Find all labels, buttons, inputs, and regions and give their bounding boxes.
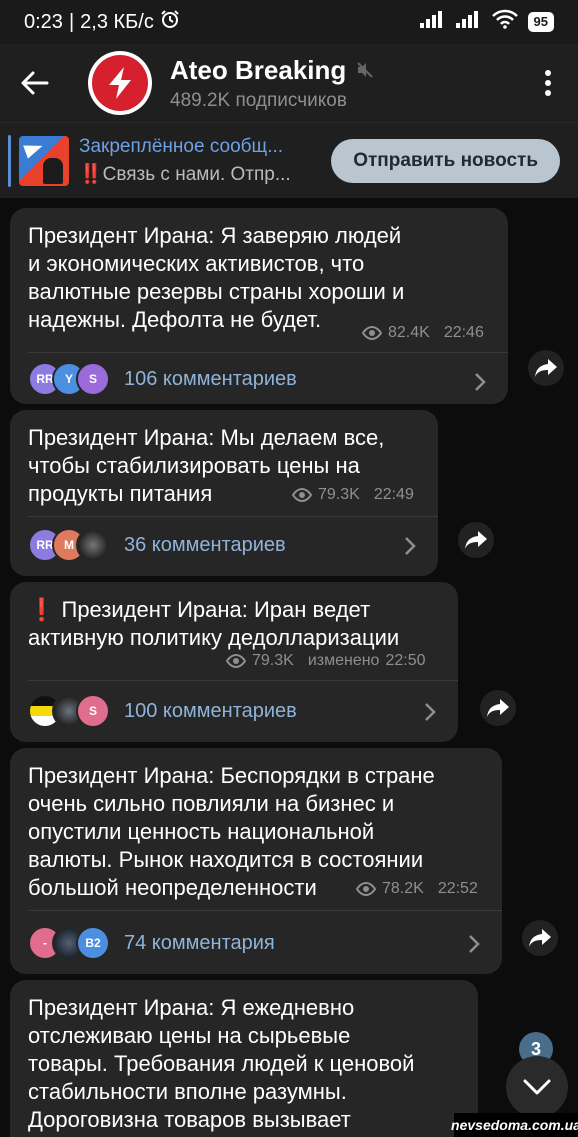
more-vertical-icon [545, 70, 551, 96]
share-button[interactable] [458, 522, 494, 558]
share-icon [535, 359, 557, 377]
share-icon [465, 531, 487, 549]
views-icon [362, 326, 382, 340]
share-icon [487, 699, 509, 717]
status-bar: 0:23 | 2,3 КБ/с 95 [0, 0, 578, 44]
more-menu-button[interactable] [518, 70, 578, 96]
share-icon [529, 929, 551, 947]
message-text: Президент Ирана: Я ежедневно отслеживаю … [28, 995, 415, 1132]
channel-title: Ateo Breaking [170, 54, 347, 85]
message-bubble[interactable]: Президент Ирана: Беспорядки в стране оче… [10, 748, 502, 974]
back-button[interactable] [0, 71, 70, 95]
edited-label: изменено [307, 652, 380, 669]
chevron-right-icon [425, 703, 436, 721]
message-text: Президент Ирана: Я заверяю людей и эконо… [28, 223, 405, 332]
alarm-icon [160, 9, 180, 35]
comments-count: 74 комментария [124, 931, 275, 954]
channel-avatar[interactable] [88, 51, 152, 115]
status-separator: | [68, 10, 75, 33]
chevron-down-icon [523, 1079, 551, 1095]
message-time: 22:49 [373, 486, 414, 503]
message-time: 22:50 [385, 652, 426, 669]
pinned-message-bar[interactable]: Закреплённое сообщ... ‼️Связь с нами. От… [0, 122, 578, 198]
channel-info[interactable]: Ateo Breaking 489.2K подписчиков [170, 55, 518, 112]
battery-icon: 95 [527, 12, 554, 32]
divider [28, 516, 438, 517]
message-list[interactable]: Президент Ирана: Я заверяю людей и эконо… [0, 198, 578, 1137]
watermark: nevsedoma.com.ua [451, 1113, 578, 1137]
pin-indicator [8, 134, 11, 187]
view-count: 79.3K [252, 652, 294, 669]
view-count: 82.4K [388, 324, 430, 341]
signal-icon [419, 10, 446, 34]
chevron-right-icon [469, 935, 480, 953]
chat-header: Ateo Breaking 489.2K подписчиков [0, 44, 578, 122]
comments-button[interactable]: RR Y S 106 комментариев [28, 354, 488, 404]
comments-button[interactable]: RR M 36 комментариев [28, 520, 418, 570]
message-text: ❗ Президент Ирана: Иран ведет активную п… [28, 597, 400, 650]
status-speed: 2,3 КБ/с [80, 10, 154, 33]
views-icon [226, 654, 246, 668]
message-bubble[interactable]: ❗ Президент Ирана: Иран ведет активную п… [10, 582, 458, 742]
commenter-avatar [76, 528, 110, 562]
chevron-right-icon [405, 537, 416, 555]
message-bubble[interactable]: Президент Ирана: Я ежедневно отслеживаю … [10, 980, 478, 1137]
divider [28, 910, 502, 911]
scroll-down-button[interactable] [506, 1056, 568, 1118]
pinned-preview: ‼️Связь с нами. Отпр... [79, 163, 291, 185]
wifi-icon [491, 9, 518, 35]
commenter-avatar: S [76, 694, 110, 728]
lightning-icon [109, 67, 131, 99]
signal-icon [455, 10, 482, 34]
message-bubble[interactable]: Президент Ирана: Мы делаем все, чтобы ст… [10, 410, 438, 576]
share-button[interactable] [522, 920, 558, 956]
share-button[interactable] [528, 350, 564, 386]
message-bubble[interactable]: Президент Ирана: Я заверяю людей и эконо… [10, 208, 508, 404]
comments-count: 36 комментариев [124, 533, 286, 556]
message-meta: 79.3K 22:49 [292, 486, 414, 504]
share-button[interactable] [480, 690, 516, 726]
commenter-avatar: S [76, 362, 110, 396]
message-time: 22:52 [437, 880, 478, 897]
chevron-right-icon [475, 373, 486, 391]
view-count: 78.2K [382, 880, 424, 897]
message-meta: 82.4K 22:46 [362, 324, 484, 342]
divider [28, 352, 508, 353]
pinned-thumbnail [19, 135, 69, 186]
comments-button[interactable]: - B2 74 комментария [28, 918, 482, 968]
views-icon [292, 488, 312, 502]
message-meta: 79.3K изменено 22:50 [226, 652, 426, 670]
view-count: 79.3K [318, 486, 360, 503]
subscriber-count: 489.2K подписчиков [170, 89, 347, 111]
status-time: 0:23 [24, 10, 63, 33]
comments-count: 106 комментариев [124, 367, 297, 390]
back-arrow-icon [21, 71, 49, 95]
views-icon [356, 882, 376, 896]
commenter-avatar: B2 [76, 926, 110, 960]
message-meta: 78.2K 22:52 [356, 880, 478, 898]
muted-icon [357, 62, 373, 78]
pinned-title: Закреплённое сообщ... [79, 135, 284, 157]
divider [28, 680, 458, 681]
message-time: 22:46 [443, 324, 484, 341]
send-news-button[interactable]: Отправить новость [331, 138, 560, 183]
comments-count: 100 комментариев [124, 699, 297, 722]
comments-button[interactable]: S 100 комментариев [28, 686, 438, 736]
